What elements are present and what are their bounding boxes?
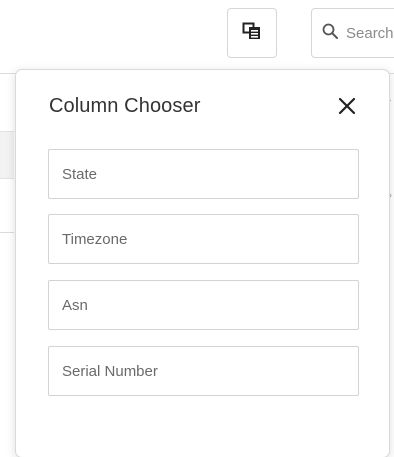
column-item-asn[interactable]: Asn <box>48 280 359 330</box>
column-item-label: Serial Number <box>62 362 158 380</box>
page: · › Column Chooser <box>0 0 394 457</box>
column-item-label: Asn <box>62 296 88 314</box>
column-chooser-button[interactable] <box>227 8 277 58</box>
column-item-label: State <box>62 165 98 183</box>
search-input[interactable] <box>338 24 394 42</box>
column-item-state[interactable]: State <box>48 149 359 199</box>
search-icon <box>322 23 338 44</box>
column-item-label: Timezone <box>62 230 128 248</box>
column-chooser-icon <box>242 22 262 45</box>
column-item-timezone[interactable]: Timezone <box>48 214 359 264</box>
column-chooser-popup: Column Chooser State Timezone Asn Serial… <box>15 69 390 457</box>
search-box[interactable] <box>311 8 394 58</box>
close-button[interactable] <box>334 95 360 121</box>
grid-divider <box>0 232 14 233</box>
popup-title: Column Chooser <box>49 95 201 117</box>
close-icon <box>337 96 357 121</box>
grid-header-band <box>0 131 14 179</box>
column-item-serial-number[interactable]: Serial Number <box>48 346 359 396</box>
